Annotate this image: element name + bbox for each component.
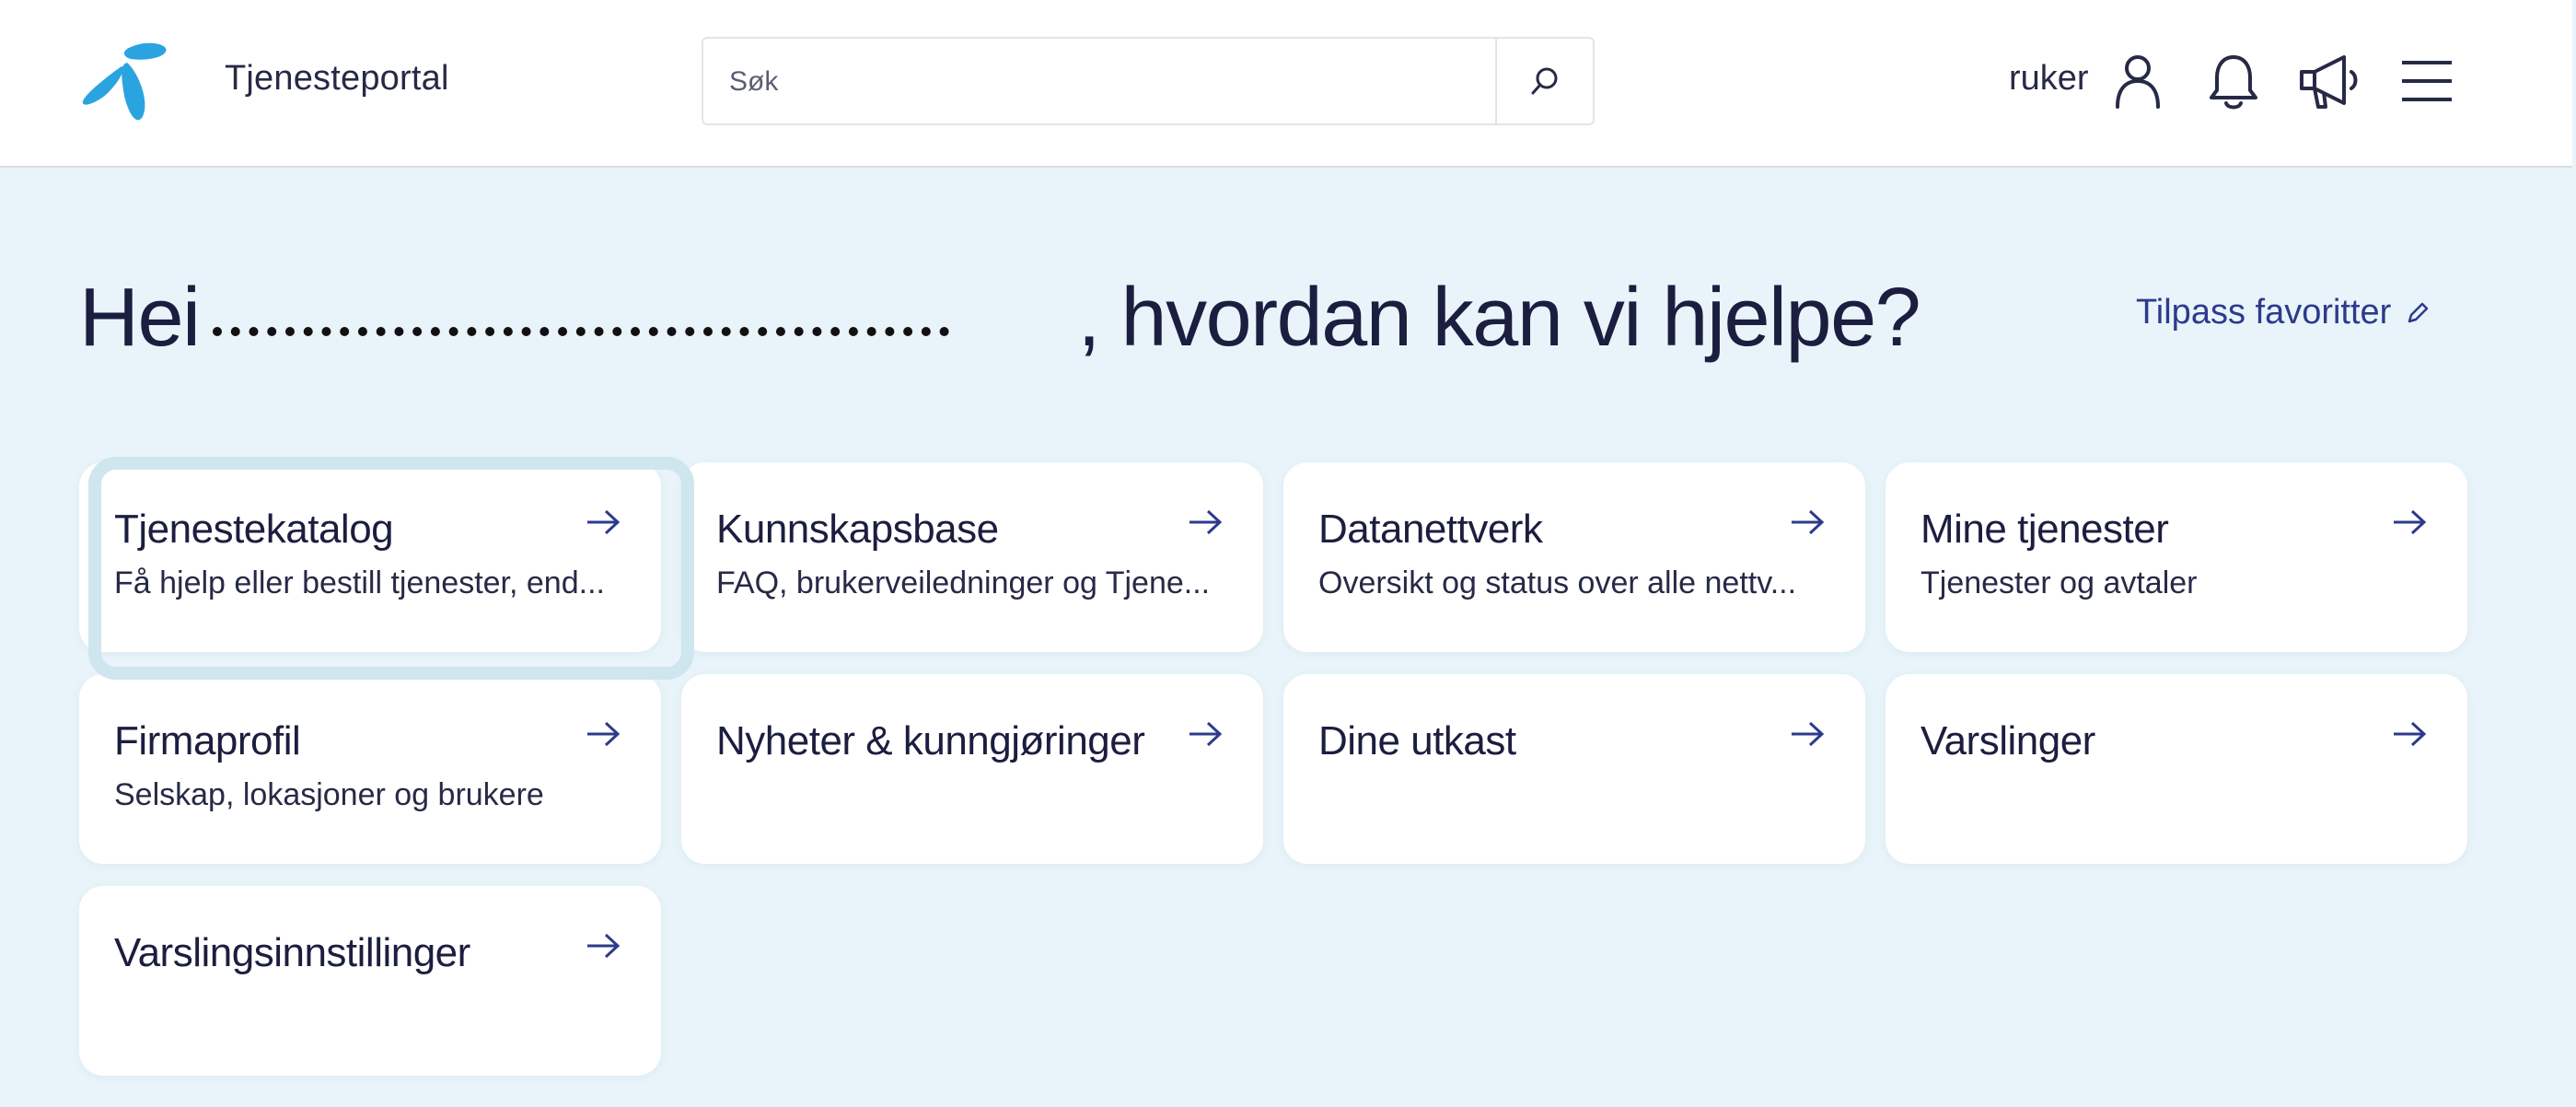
arrow-right-icon — [2394, 721, 2427, 747]
card-title: Datanettverk — [1318, 507, 1543, 552]
card-title: Nyheter & kunngjøringer — [716, 718, 1145, 763]
card-dine-utkast[interactable]: Dine utkast — [1283, 674, 1865, 864]
arrow-right-icon — [587, 509, 621, 535]
greeting-heading: Hei , hvordan kan vi hjelpe? — [79, 267, 1921, 368]
card-description: Få hjelp eller bestill tjenester, end... — [114, 565, 605, 600]
arrow-right-icon — [1189, 721, 1223, 747]
bell-icon — [2210, 55, 2257, 110]
portal-title[interactable]: Tjenesteportal — [225, 59, 449, 99]
card-title: Dine utkast — [1318, 718, 1516, 763]
user-name[interactable]: ruker — [2009, 59, 2089, 99]
card-firmaprofil[interactable]: Firmaprofil Selskap, lokasjoner og bruke… — [79, 674, 661, 864]
arrow-right-icon — [587, 933, 621, 959]
card-title: Varslinger — [1920, 718, 2095, 763]
card-tjenestekatalog[interactable]: Tjenestekatalog Få hjelp eller bestill t… — [79, 462, 661, 652]
search-button[interactable] — [1495, 39, 1593, 123]
card-description: Oversikt og status over alle nettv... — [1318, 565, 1797, 600]
card-varslinger[interactable]: Varslinger — [1886, 674, 2467, 864]
user-profile-button[interactable] — [2105, 48, 2171, 114]
top-header: Tjenesteportal ruker — [0, 0, 2572, 168]
card-mine-tjenester[interactable]: Mine tjenester Tjenester og avtaler — [1886, 462, 2467, 652]
customize-favorites-label: Tilpass favoritter — [2136, 293, 2392, 332]
card-title: Tjenestekatalog — [114, 507, 394, 552]
arrow-right-icon — [587, 721, 621, 747]
user-icon — [2116, 55, 2160, 109]
card-title: Kunnskapsbase — [716, 507, 999, 552]
customize-favorites-link[interactable]: Tilpass favoritter — [2136, 293, 2430, 332]
search-icon — [1531, 67, 1558, 95]
card-title: Firmaprofil — [114, 718, 301, 763]
card-description: Tjenester og avtaler — [1920, 565, 2198, 600]
card-kunnskapsbase[interactable]: Kunnskapsbase FAQ, brukerveiledninger og… — [681, 462, 1263, 652]
pencil-icon — [2408, 302, 2429, 322]
card-title: Mine tjenester — [1920, 507, 2169, 552]
arrow-right-icon — [2394, 509, 2427, 535]
card-nyheter-kunngjoringer[interactable]: Nyheter & kunngjøringer — [681, 674, 1263, 864]
redacted-user-name — [212, 299, 949, 337]
megaphone-icon — [2300, 55, 2358, 109]
card-description: FAQ, brukerveiledninger og Tjene... — [716, 565, 1211, 600]
arrow-right-icon — [1189, 509, 1223, 535]
announcements-button[interactable] — [2296, 48, 2362, 114]
hamburger-menu-button[interactable] — [2394, 48, 2460, 114]
telia-logo[interactable] — [81, 41, 168, 122]
greeting-suffix: , hvordan kan vi hjelpe? — [1077, 272, 1921, 364]
card-description: Selskap, lokasjoner og brukere — [114, 777, 544, 812]
search-input[interactable] — [729, 59, 1503, 105]
card-varslingsinnstillinger[interactable]: Varslingsinnstillinger — [79, 886, 661, 1076]
arrow-right-icon — [1792, 721, 1825, 747]
arrow-right-icon — [1792, 509, 1825, 535]
card-datanettverk[interactable]: Datanettverk Oversikt og status over all… — [1283, 462, 1865, 652]
greeting-prefix: Hei — [79, 272, 201, 364]
search-box — [702, 37, 1595, 125]
hamburger-menu-icon — [2402, 61, 2452, 101]
notifications-button[interactable] — [2200, 48, 2267, 114]
card-title: Varslingsinnstillinger — [114, 930, 470, 975]
